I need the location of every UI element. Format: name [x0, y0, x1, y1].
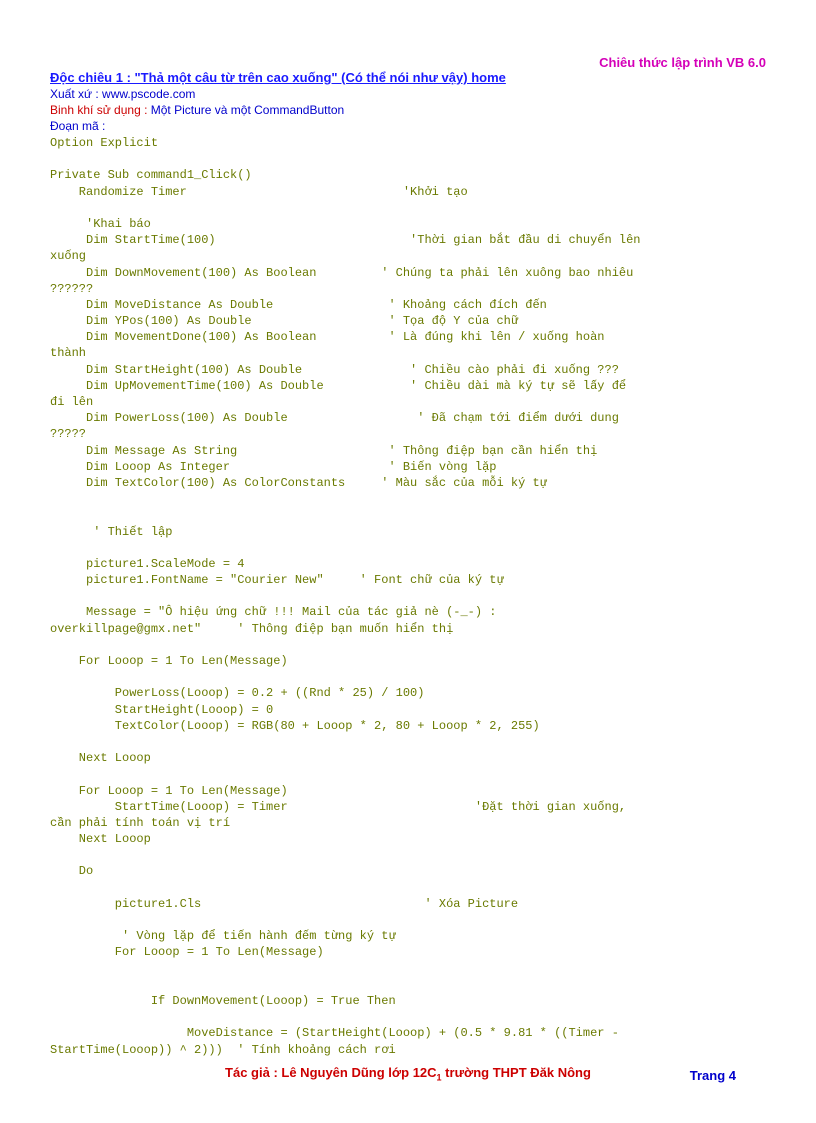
- page-footer: Tác giả : Lê Nguyên Dũng lớp 12C1 trường…: [0, 1065, 816, 1083]
- equipment-value: Một Picture và một CommandButton: [151, 103, 344, 117]
- code-block: Option Explicit Private Sub command1_Cli…: [50, 135, 766, 1058]
- document-page: Chiêu thức lập trình VB 6.0 Độc chiêu 1 …: [0, 0, 816, 1123]
- equipment-label: Binh khí sử dụng :: [50, 103, 151, 117]
- section-label: Đoạn mã :: [50, 119, 766, 133]
- author-pre: Tác giả : Lê Nguyên Dũng lớp 12C: [225, 1065, 437, 1080]
- footer-author: Tác giả : Lê Nguyên Dũng lớp 12C1 trường…: [225, 1065, 591, 1080]
- source-line: Xuất xứ : www.pscode.com: [50, 87, 766, 101]
- page-number: Trang 4: [690, 1068, 736, 1083]
- equipment-line: Binh khí sử dụng : Một Picture và một Co…: [50, 103, 766, 117]
- entry-title: Độc chiêu 1 : "Thả một câu từ trên cao x…: [50, 70, 766, 85]
- header-title: Chiêu thức lập trình VB 6.0: [599, 55, 766, 70]
- author-post: trường THPT Đăk Nông: [442, 1065, 591, 1080]
